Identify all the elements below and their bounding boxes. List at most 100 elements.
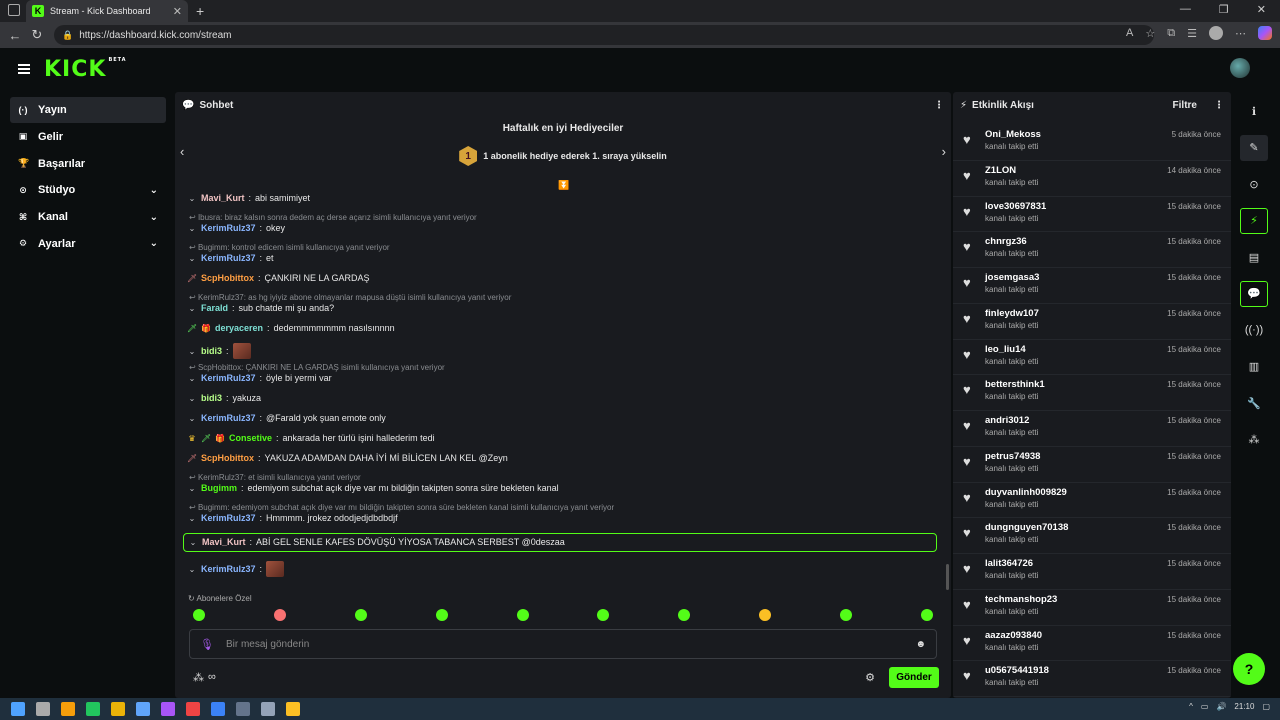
chat-message[interactable]: ↩ Bugimm: kontrol edicem isimli kullanıc… xyxy=(187,243,937,264)
emote-icon[interactable] xyxy=(678,609,691,621)
follower-name[interactable]: andri3012 xyxy=(985,415,1167,426)
restore-icon[interactable]: ❐ xyxy=(1219,3,1229,16)
sidebar-item-0[interactable]: (·) Yayın xyxy=(10,97,166,123)
chat-message[interactable]: ⌄ KerimRulz37: xyxy=(187,561,937,577)
chat-username[interactable]: bidi3 xyxy=(201,393,222,404)
volume-icon[interactable]: 🔊 xyxy=(1216,702,1226,711)
app-icon[interactable] xyxy=(61,702,75,716)
chat-settings-icon[interactable]: ⚙ xyxy=(865,671,875,684)
network-icon[interactable]: ▭ xyxy=(1201,702,1209,711)
emote-icon[interactable] xyxy=(597,609,610,621)
activity-item[interactable]: ♥ josemgasa3 kanalı takip etti 15 dakika… xyxy=(953,268,1231,304)
activity-item[interactable]: ♥ chnrgz36 kanalı takip etti 15 dakika ö… xyxy=(953,232,1231,268)
chevron-right-icon[interactable]: › xyxy=(942,144,946,159)
chat-username[interactable]: Mavi_Kurt xyxy=(201,193,245,204)
emote-icon[interactable] xyxy=(193,609,205,621)
follower-name[interactable]: josemgasa3 xyxy=(985,272,1167,283)
follower-name[interactable]: dungnguyen70138 xyxy=(985,522,1167,533)
app-icon[interactable] xyxy=(186,702,200,716)
emote-icon[interactable] xyxy=(273,609,286,621)
notification-icon[interactable]: ▢ xyxy=(1262,702,1270,711)
back-icon[interactable]: ← xyxy=(8,28,22,43)
explorer-icon[interactable] xyxy=(111,702,125,716)
layers-icon[interactable]: ▥ xyxy=(1240,354,1268,380)
activity-menu-icon[interactable]: ⋮ xyxy=(1214,100,1224,111)
app-icon[interactable] xyxy=(161,702,175,716)
collections-icon[interactable]: ☰ xyxy=(1187,27,1197,40)
chevron-down-icon[interactable]: ⌄ xyxy=(150,212,158,223)
chat-message[interactable]: ⌄ bidi3: yakuza xyxy=(187,393,937,404)
activity-item[interactable]: ♥ lalit364726 kanalı takip etti 15 dakik… xyxy=(953,554,1231,590)
chat-message[interactable]: ↩ ScpHobittox: ÇANKIRI NE LA GARDAŞ isim… xyxy=(187,363,937,384)
follower-name[interactable]: lalit364726 xyxy=(985,558,1167,569)
browser-tab[interactable]: K Stream - Kick Dashboard ✕ xyxy=(26,0,188,22)
chevron-up-icon[interactable]: ^ xyxy=(1189,702,1193,711)
chevron-left-icon[interactable]: ‹ xyxy=(180,144,184,159)
follower-name[interactable]: u05675441918 xyxy=(985,665,1167,676)
new-tab-icon[interactable]: + xyxy=(196,3,204,19)
chat-message[interactable]: ↩ Ibusra: biraz kalsın sonra dedem aç de… xyxy=(187,213,937,234)
emote-icon[interactable] xyxy=(435,609,448,621)
chat-message[interactable]: ↩ Bugimm: edemiyom subchat açık diye var… xyxy=(187,503,937,524)
follower-name[interactable]: Z1LON xyxy=(985,165,1167,176)
chat-message[interactable]: 🗡 ScpHobittox: ÇANKIRI NE LA GARDAŞ xyxy=(187,273,937,284)
steam-icon[interactable] xyxy=(236,702,250,716)
chat-message[interactable]: ♛ 🗡 🎁 Consetive: ankarada her türlü işini ha… xyxy=(187,433,937,444)
follower-name[interactable]: finleydw107 xyxy=(985,308,1167,319)
emote-icon[interactable] xyxy=(920,609,933,621)
activity-item[interactable]: ♥ duyvanlinh009829 kanalı takip etti 15 … xyxy=(953,483,1231,519)
favorite-star-icon[interactable]: ☆ xyxy=(1145,27,1155,40)
chat-username[interactable]: KerimRulz37 xyxy=(201,223,256,234)
app-icon[interactable] xyxy=(286,702,300,716)
emote-icon[interactable] xyxy=(759,609,772,621)
activity-item[interactable]: ♥ finleydw107 kanalı takip etti 15 dakik… xyxy=(953,304,1231,340)
copilot-icon[interactable] xyxy=(1258,26,1272,40)
clock[interactable]: 21:10 xyxy=(1234,702,1254,711)
follower-name[interactable]: aazaz093840 xyxy=(985,630,1167,641)
edit-icon[interactable]: ✎ xyxy=(1240,134,1268,161)
chat-message[interactable]: ⌄ bidi3: xyxy=(187,343,937,359)
sidebar-item-1[interactable]: ▣ Gelir xyxy=(10,124,166,150)
activity-item[interactable]: ♥ andri3012 kanalı takip etti 15 dakika … xyxy=(953,411,1231,447)
chat-username[interactable]: KerimRulz37 xyxy=(201,564,256,575)
chat-message[interactable]: ⌄ KerimRulz37: @Farald yok şuan emote only xyxy=(187,413,937,424)
chat-message[interactable]: ↩ KerimRulz37: as hg iyiyiz abone olmaya… xyxy=(187,293,937,314)
chevron-down-icon[interactable]: ⌄ xyxy=(150,238,158,249)
activity-item[interactable]: ♥ bettersthink1 kanalı takip etti 15 dak… xyxy=(953,375,1231,411)
chat-rail-icon[interactable]: 💬 xyxy=(1240,280,1268,307)
address-bar[interactable]: 🔒 https://dashboard.kick.com/stream xyxy=(54,25,1154,45)
info-icon[interactable]: ℹ xyxy=(1240,98,1268,124)
sidebar-item-4[interactable]: ⌘ Kanal ⌄ xyxy=(10,204,166,230)
sidebar-item-3[interactable]: ⊙ Stüdyo ⌄ xyxy=(10,177,166,203)
infinity-icon[interactable]: ∞ xyxy=(208,671,216,683)
hamburger-menu-icon[interactable] xyxy=(18,62,30,76)
app-icon[interactable] xyxy=(261,702,275,716)
activity-item[interactable]: ♥ dungnguyen70138 kanalı takip etti 15 d… xyxy=(953,518,1231,554)
emote-icon[interactable] xyxy=(516,609,529,621)
emote-icon[interactable] xyxy=(354,609,367,621)
chat-username[interactable]: Consetive xyxy=(229,433,272,444)
collapse-icon[interactable]: ⏬ xyxy=(558,180,569,191)
chat-username[interactable]: Mavi_Kurt xyxy=(202,537,246,548)
activity-item[interactable]: ♥ love30697831 kanalı takip etti 15 daki… xyxy=(953,197,1231,233)
chat-message[interactable]: ⌄ Mavi_Kurt: abi samimiyet xyxy=(187,193,937,204)
minimize-icon[interactable]: — xyxy=(1180,3,1191,16)
edge-icon[interactable] xyxy=(86,702,100,716)
close-tab-icon[interactable]: ✕ xyxy=(173,5,182,18)
follower-name[interactable]: bettersthink1 xyxy=(985,379,1167,390)
microphone-icon[interactable]: 🎙 xyxy=(200,638,214,651)
chat-username[interactable]: deryaceren xyxy=(215,323,263,334)
start-icon[interactable] xyxy=(11,702,25,716)
chat-username[interactable]: KerimRulz37 xyxy=(201,413,256,424)
chat-username[interactable]: Bugimm xyxy=(201,483,237,494)
activity-item[interactable]: ♥ leo_liu14 kanalı takip etti 15 dakika … xyxy=(953,340,1231,376)
broadcast-icon[interactable]: ((·)) xyxy=(1240,317,1268,343)
filter-button[interactable]: Filtre xyxy=(1173,100,1197,111)
follower-name[interactable]: techmanshop23 xyxy=(985,594,1167,605)
send-button[interactable]: Gönder xyxy=(889,666,939,688)
chat-menu-icon[interactable]: ⋮ xyxy=(934,100,944,111)
more-icon[interactable]: ⋯ xyxy=(1235,27,1246,40)
chat-input[interactable]: 🎙 Bir mesaj gönderin ☻ xyxy=(189,629,937,659)
extensions-icon[interactable]: ⧉ xyxy=(1167,27,1175,40)
chat-username[interactable]: KerimRulz37 xyxy=(201,373,256,384)
